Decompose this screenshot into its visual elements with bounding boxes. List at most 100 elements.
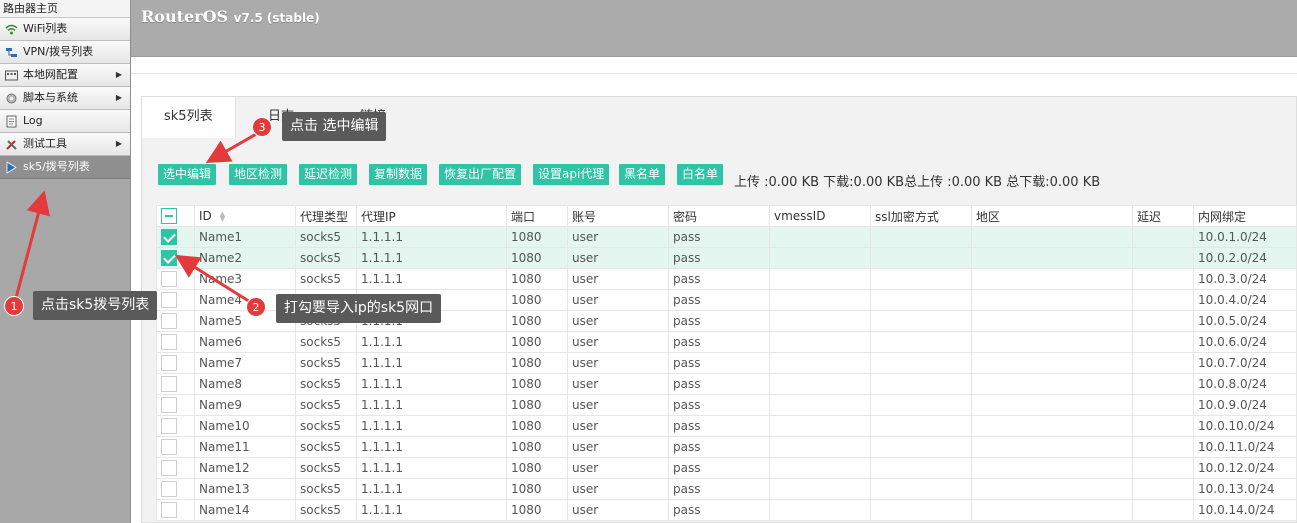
sidebar-item-lan[interactable]: 本地网配置 ▶ — [0, 64, 130, 87]
row-select-cell — [156, 415, 195, 437]
row-checkbox[interactable] — [161, 502, 177, 518]
router-home-link[interactable]: 路由器主页 — [0, 0, 130, 18]
cell-bind: 10.0.11.0/24 — [1193, 436, 1297, 458]
sort-icon[interactable]: ▲ ▼ — [220, 210, 225, 222]
table-row[interactable]: Name14 socks5 1.1.1.1 1080 user pass 10.0.14.0… — [156, 499, 1297, 521]
table-row[interactable]: Name10 socks5 1.1.1.1 1080 user pass 10.0.10.0… — [156, 415, 1297, 437]
cell-pass: pass — [668, 352, 770, 374]
cell-latency — [1132, 310, 1194, 332]
row-checkbox[interactable] — [161, 418, 177, 434]
table-row[interactable]: Name11 socks5 1.1.1.1 1080 user pass 10.0.11.0… — [156, 436, 1297, 458]
sk5-table: ID ▲ ▼ 代理类型 代理IP 端口 账号 密码 vmessID ssl加密方式 … — [156, 205, 1297, 521]
blacklist-button[interactable]: 黑名单 — [619, 164, 666, 185]
row-checkbox[interactable] — [161, 481, 177, 497]
cell-vmess — [769, 352, 871, 374]
cell-pass: pass — [668, 394, 770, 416]
row-checkbox[interactable] — [161, 271, 177, 287]
cell-latency — [1132, 289, 1194, 311]
table-row[interactable]: Name7 socks5 1.1.1.1 1080 user pass 10.0.7.0/2… — [156, 352, 1297, 374]
cell-bind: 10.0.6.0/24 — [1193, 331, 1297, 353]
latency-check-button[interactable]: 延迟检测 — [299, 164, 358, 185]
sidebar-item-scripts[interactable]: 脚本与系统 ▶ — [0, 87, 130, 110]
row-select-cell — [156, 436, 195, 458]
cell-port: 1080 — [506, 352, 568, 374]
cell-port: 1080 — [506, 310, 568, 332]
tools-icon — [6, 140, 17, 150]
cell-ssl — [870, 415, 972, 437]
cell-id: Name1 — [194, 226, 296, 248]
cell-vmess — [769, 310, 871, 332]
whitelist-button[interactable]: 白名单 — [677, 164, 724, 185]
sidebar: 路由器主页 WiFi列表 VPN/拨号列表 本地网配置 ▶ 脚本与系统 ▶ Lo… — [0, 0, 131, 523]
sidebar-item-vpn[interactable]: VPN/拨号列表 — [0, 41, 130, 64]
cell-ip: 1.1.1.1 — [356, 247, 507, 269]
set-api-proxy-button[interactable]: 设置api代理 — [533, 164, 610, 185]
row-checkbox[interactable] — [161, 439, 177, 455]
row-checkbox[interactable] — [161, 397, 177, 413]
cell-user: user — [567, 310, 669, 332]
edit-selected-button[interactable]: 选中编辑 — [158, 164, 217, 185]
cell-type: socks5 — [295, 457, 357, 479]
version-label: v7.5 (stable) — [233, 11, 320, 25]
cell-region — [971, 331, 1133, 353]
row-checkbox[interactable] — [161, 355, 177, 371]
copy-data-button[interactable]: 复制数据 — [369, 164, 428, 185]
row-checkbox[interactable] — [161, 229, 177, 245]
table-row[interactable]: Name1 socks5 1.1.1.1 1080 user pass 10.0.1.0/2… — [156, 226, 1297, 248]
row-checkbox[interactable] — [161, 250, 177, 266]
cell-type: socks5 — [295, 226, 357, 248]
cell-ssl — [870, 226, 972, 248]
cell-port: 1080 — [506, 415, 568, 437]
table-row[interactable]: Name2 socks5 1.1.1.1 1080 user pass 10.0.2.0/2… — [156, 247, 1297, 269]
sidebar-item-sk5[interactable]: sk5/拨号列表 — [0, 156, 130, 179]
row-checkbox[interactable] — [161, 292, 177, 308]
cell-user: user — [567, 352, 669, 374]
gear-icon — [6, 93, 17, 104]
table-body: Name1 socks5 1.1.1.1 1080 user pass 10.0.1.0/2… — [156, 226, 1297, 521]
cell-bind: 10.0.1.0/24 — [1193, 226, 1297, 248]
cell-region — [971, 436, 1133, 458]
cell-vmess — [769, 289, 871, 311]
sidebar-item-label: 测试工具 — [23, 137, 67, 150]
cell-pass: pass — [668, 436, 770, 458]
cell-pass: pass — [668, 268, 770, 290]
cell-user: user — [567, 478, 669, 500]
table-row[interactable]: Name12 socks5 1.1.1.1 1080 user pass 10.0.12.0… — [156, 457, 1297, 479]
cell-pass: pass — [668, 331, 770, 353]
cell-id: Name3 — [194, 268, 296, 290]
cell-pass: pass — [668, 478, 770, 500]
select-all-checkbox[interactable] — [161, 208, 177, 224]
sidebar-item-tools[interactable]: 测试工具 ▶ — [0, 133, 130, 156]
cell-user: user — [567, 247, 669, 269]
cell-region — [971, 289, 1133, 311]
table-row[interactable]: Name6 socks5 1.1.1.1 1080 user pass 10.0.6.0/2… — [156, 331, 1297, 353]
row-checkbox[interactable] — [161, 376, 177, 392]
cell-user: user — [567, 373, 669, 395]
cell-latency — [1132, 331, 1194, 353]
cell-type: socks5 — [295, 247, 357, 269]
sidebar-item-log[interactable]: Log — [0, 110, 130, 133]
cell-user: user — [567, 331, 669, 353]
cell-user: user — [567, 394, 669, 416]
cell-pass: pass — [668, 373, 770, 395]
cell-vmess — [769, 394, 871, 416]
cell-vmess — [769, 331, 871, 353]
factory-reset-button[interactable]: 恢复出厂配置 — [439, 164, 522, 185]
region-check-button[interactable]: 地区检测 — [229, 164, 288, 185]
cell-id: Name6 — [194, 331, 296, 353]
row-checkbox[interactable] — [161, 460, 177, 476]
column-header: 账号 — [567, 205, 669, 227]
table-row[interactable]: Name13 socks5 1.1.1.1 1080 user pass 10.0.13.0… — [156, 478, 1297, 500]
cell-ssl — [870, 499, 972, 521]
cell-region — [971, 247, 1133, 269]
tab-sk5-list[interactable]: sk5列表 — [142, 97, 236, 138]
table-row[interactable]: Name3 socks5 1.1.1.1 1080 user pass 10.0.3.0/2… — [156, 268, 1297, 290]
app-header: RouterOS v7.5 (stable) — [131, 0, 1297, 57]
row-checkbox[interactable] — [161, 313, 177, 329]
column-header[interactable]: ID ▲ ▼ — [194, 205, 296, 227]
table-row[interactable]: Name9 socks5 1.1.1.1 1080 user pass 10.0.9.0/2… — [156, 394, 1297, 416]
sidebar-item-wifi[interactable]: WiFi列表 — [0, 18, 130, 41]
annotation-badge-3: 3 — [252, 117, 272, 137]
table-row[interactable]: Name8 socks5 1.1.1.1 1080 user pass 10.0.8.0/2… — [156, 373, 1297, 395]
row-checkbox[interactable] — [161, 334, 177, 350]
